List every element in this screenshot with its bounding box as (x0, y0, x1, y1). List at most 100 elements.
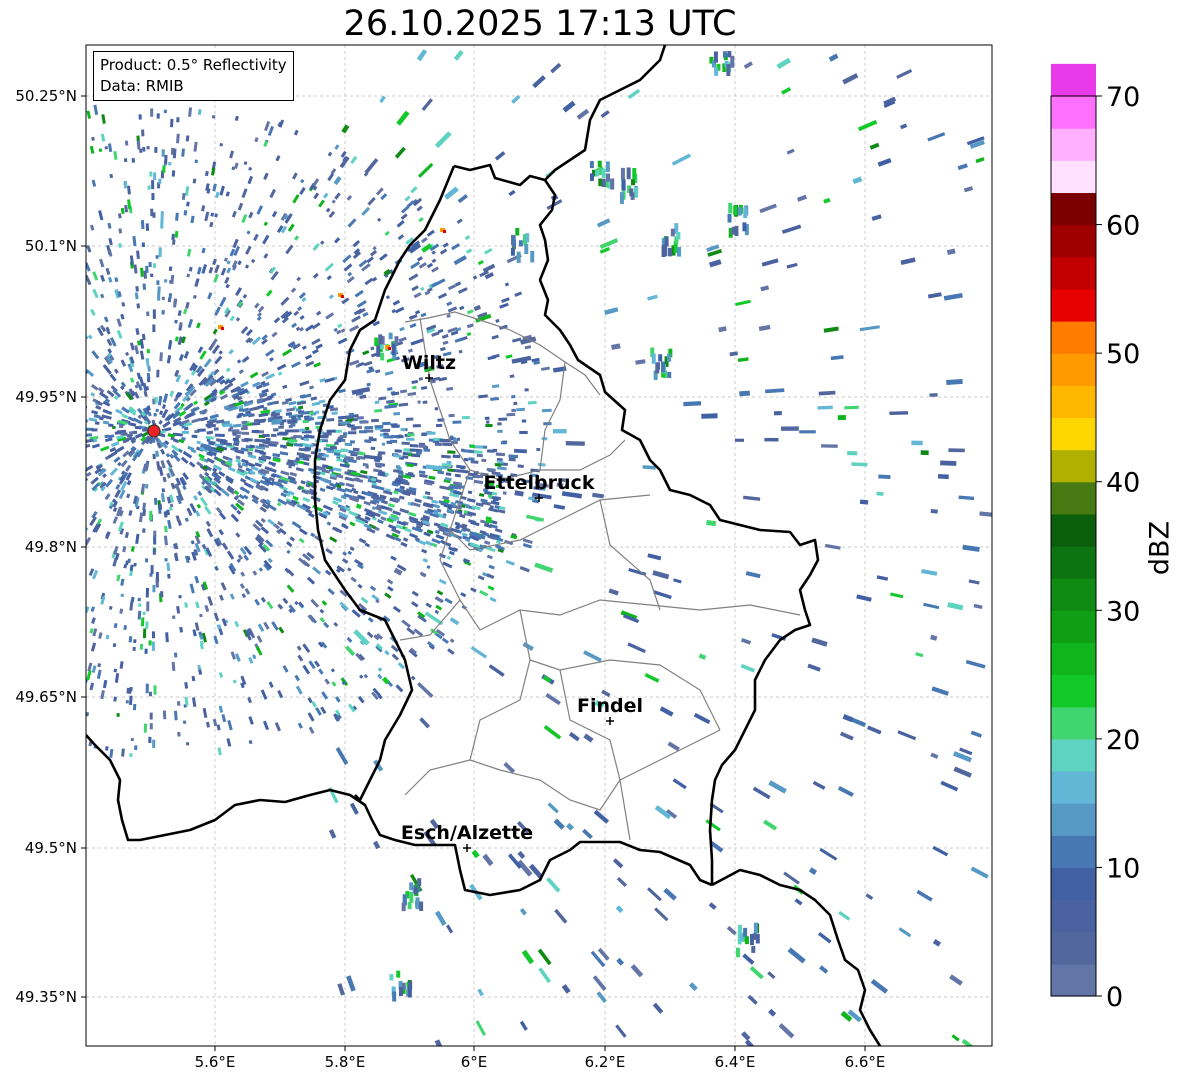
echo-cell (516, 251, 521, 263)
y-tick-label: 49.8°N (25, 538, 77, 556)
echo-cell (177, 731, 181, 737)
echo-cell (388, 347, 391, 350)
echo-cell (191, 434, 198, 439)
colorbar-tick-label: 70 (1106, 82, 1140, 113)
echo-cell (389, 974, 394, 981)
colorbar-segment (1051, 642, 1096, 676)
echo-cell (469, 444, 476, 449)
echo-cell (889, 411, 909, 416)
echo-cell (407, 901, 412, 910)
echo-cell (878, 474, 891, 480)
echo-cell (152, 739, 156, 749)
echo-cell (476, 453, 483, 458)
echo-cell (120, 593, 124, 598)
echo-cell (519, 430, 528, 434)
echo-cell (486, 420, 490, 424)
echo-cell (744, 936, 749, 945)
echo-cell (743, 207, 748, 219)
echo-cell (104, 434, 110, 439)
echo-cell (738, 924, 743, 935)
echo-cell (265, 437, 271, 442)
echo-cell (142, 628, 147, 639)
echo-cell (434, 442, 442, 446)
echo-cell (629, 188, 634, 197)
echo-cell (113, 696, 117, 702)
echo-cell (129, 753, 133, 758)
echo-cell (773, 411, 782, 416)
city-label: Ettelbruck (484, 472, 595, 494)
y-tick-label: 50.1°N (25, 237, 77, 255)
echo-cell (946, 378, 963, 385)
echo-cell (391, 424, 400, 428)
echo-cell (497, 429, 503, 433)
echo-cell (77, 469, 86, 476)
echo-cell (182, 720, 187, 725)
echo-cell (141, 242, 146, 248)
echo-cell (521, 419, 527, 423)
echo-cell (733, 205, 738, 216)
echo-cell (152, 263, 156, 268)
echo-cell (145, 621, 149, 629)
echo-cell (160, 218, 164, 229)
echo-cell (621, 179, 626, 191)
colorbar-segment (1051, 867, 1096, 901)
colorbar-label: dBZ (1144, 520, 1176, 576)
colorbar-segment (1051, 385, 1096, 419)
echo-cell (394, 449, 402, 453)
echo-cell (940, 460, 957, 466)
echo-cell (158, 178, 162, 184)
echo-cell (130, 737, 134, 742)
echo-cell (172, 239, 176, 245)
echo-cell (661, 245, 666, 258)
echo-cell (140, 617, 145, 627)
echo-cell (173, 652, 178, 658)
echo-cell (355, 456, 361, 461)
echo-cell (161, 149, 165, 157)
echo-cell (589, 161, 594, 169)
echo-cell (407, 433, 415, 437)
echo-cell (286, 442, 294, 447)
colorbar-segment (1051, 738, 1096, 772)
echo-cell (147, 185, 151, 190)
echo-cell (303, 434, 312, 439)
echo-cell (511, 408, 516, 413)
echo-cell (108, 423, 114, 428)
echo-cell (847, 450, 858, 456)
echo-cell (158, 503, 163, 510)
echo-cell (149, 573, 153, 577)
echo-cell (378, 334, 383, 345)
y-tick-label: 49.95°N (15, 388, 77, 406)
echo-cell (610, 178, 615, 190)
echo-cell (197, 428, 206, 432)
echo-cell (194, 159, 198, 164)
colorbar-segment (1051, 288, 1096, 322)
echo-cell (508, 454, 519, 459)
colorbar-segment (1051, 963, 1096, 997)
echo-cell (129, 686, 133, 692)
echo-cell (151, 631, 155, 639)
echo-cell (844, 405, 859, 410)
echo-cell (817, 405, 833, 410)
echo-cell (142, 283, 147, 290)
echo-cell (524, 244, 529, 255)
echo-cell (145, 683, 149, 694)
echo-cell (125, 700, 129, 704)
echo-cell (168, 266, 173, 272)
echo-cell (396, 970, 401, 978)
echo-cell (162, 165, 166, 173)
echo-cell (359, 430, 368, 434)
echo-cell (150, 208, 154, 217)
echo-cell (148, 736, 152, 744)
echo-cell (446, 460, 452, 465)
echo-cell (277, 432, 287, 436)
echo-cell (138, 603, 142, 607)
colorbar-segment (1051, 513, 1096, 547)
echo-cell (514, 448, 527, 454)
echo-cell (163, 109, 167, 114)
echo-cell (157, 286, 161, 293)
echo-cell (116, 712, 120, 718)
echo-cell (86, 527, 87, 537)
echo-cell (174, 319, 178, 324)
echo-cell (517, 464, 524, 468)
echo-cell (241, 420, 248, 425)
